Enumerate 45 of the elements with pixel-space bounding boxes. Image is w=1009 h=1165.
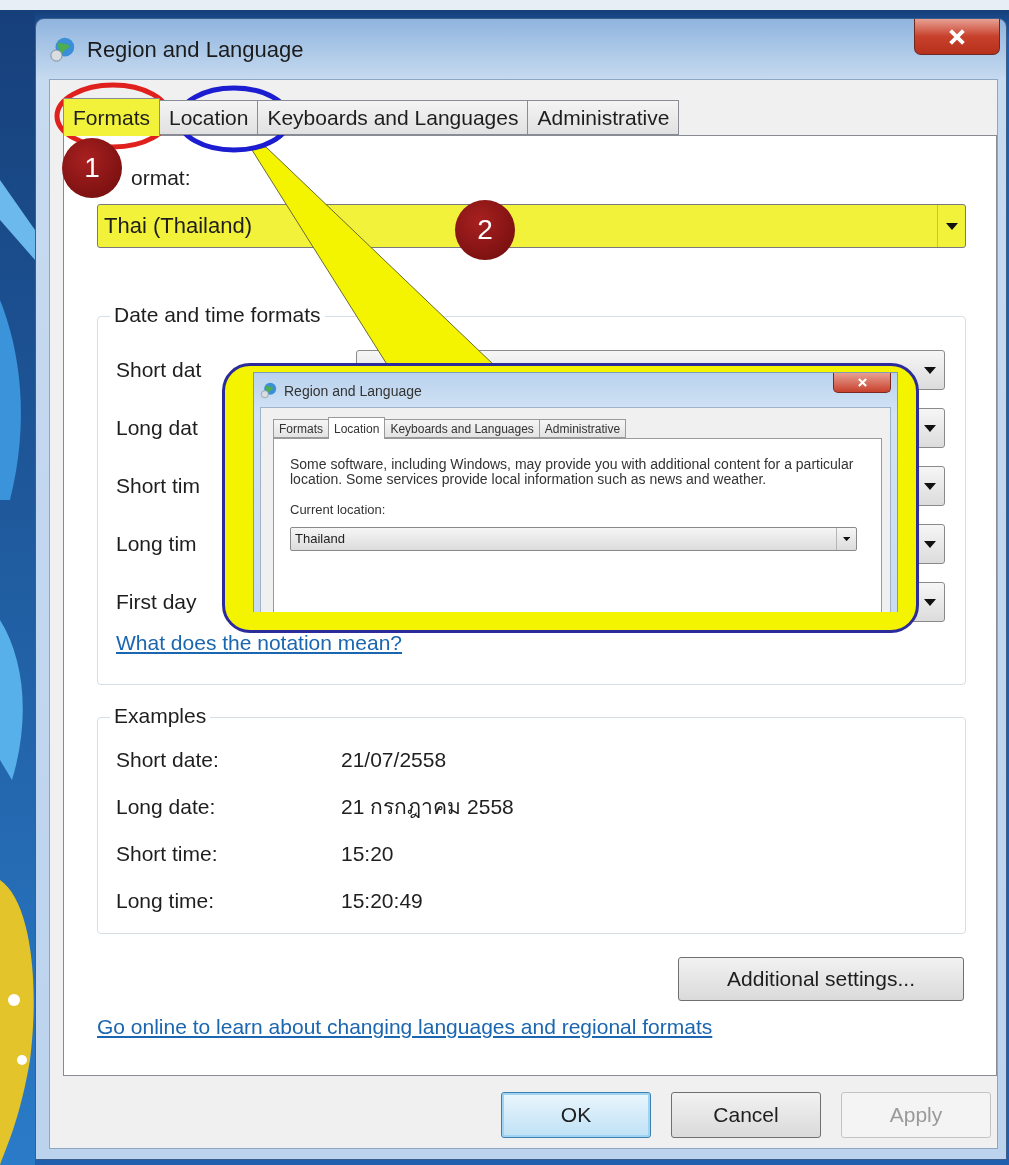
caret-icon bbox=[924, 598, 936, 606]
globe-icon bbox=[260, 381, 278, 399]
globe-icon bbox=[49, 35, 77, 63]
window-title: Region and Language bbox=[87, 37, 304, 63]
caret-icon bbox=[924, 366, 936, 374]
description-text: Some software, including Windows, may provide you with additional content for a particular location. Some services provide local information such as news and weather. bbox=[290, 457, 855, 488]
example-value: 21/07/2558 bbox=[341, 747, 448, 772]
notation-link[interactable]: What does the notation mean? bbox=[116, 631, 403, 655]
example-label: Long date: bbox=[116, 794, 217, 819]
tab[interactable]: Location bbox=[328, 417, 386, 439]
example-value: 15:20:49 bbox=[341, 888, 424, 913]
tab[interactable]: Formats bbox=[273, 419, 329, 438]
field-label: First day bbox=[116, 590, 197, 614]
caret-icon bbox=[924, 482, 936, 490]
field-label: Long dat bbox=[116, 416, 198, 440]
tab[interactable]: Administrative bbox=[538, 419, 627, 438]
online-help-link[interactable]: Go online to learn about changing languages and regional formats bbox=[97, 1015, 713, 1039]
example-label: Short time: bbox=[116, 841, 219, 866]
dialog-button[interactable]: OK bbox=[501, 1092, 651, 1138]
dialog-button[interactable]: Cancel bbox=[671, 1092, 821, 1138]
close-icon bbox=[857, 378, 867, 387]
example-value: 21 กรกฎาคม 2558 bbox=[341, 794, 515, 820]
example-label: Short date: bbox=[116, 747, 220, 772]
caret-icon bbox=[842, 536, 851, 541]
close-button[interactable] bbox=[833, 373, 891, 393]
field-label: Short tim bbox=[116, 474, 201, 498]
close-icon bbox=[949, 28, 965, 45]
tab[interactable]: Formats bbox=[63, 98, 160, 136]
example-label: Long time: bbox=[116, 888, 216, 913]
field-label: Short dat bbox=[116, 358, 202, 382]
caret-icon bbox=[924, 424, 936, 432]
close-button[interactable] bbox=[914, 19, 1000, 55]
caret-icon bbox=[945, 222, 958, 230]
tab[interactable]: Administrative bbox=[527, 100, 680, 135]
caret-icon bbox=[924, 540, 936, 548]
tab[interactable]: Keyboards and Languages bbox=[384, 419, 540, 438]
tab[interactable]: Keyboards and Languages bbox=[257, 100, 529, 135]
additional-settings-button[interactable]: Additional settings... bbox=[678, 957, 964, 1001]
location-combobox[interactable]: Thailand bbox=[290, 526, 857, 551]
format-label: ormat: bbox=[131, 166, 192, 190]
location-label: Current location: bbox=[290, 501, 387, 517]
field-label: Long tim bbox=[116, 532, 197, 556]
window-title: Region and Language bbox=[284, 383, 422, 399]
tab[interactable]: Location bbox=[159, 100, 259, 135]
example-value: 15:20 bbox=[341, 841, 395, 866]
